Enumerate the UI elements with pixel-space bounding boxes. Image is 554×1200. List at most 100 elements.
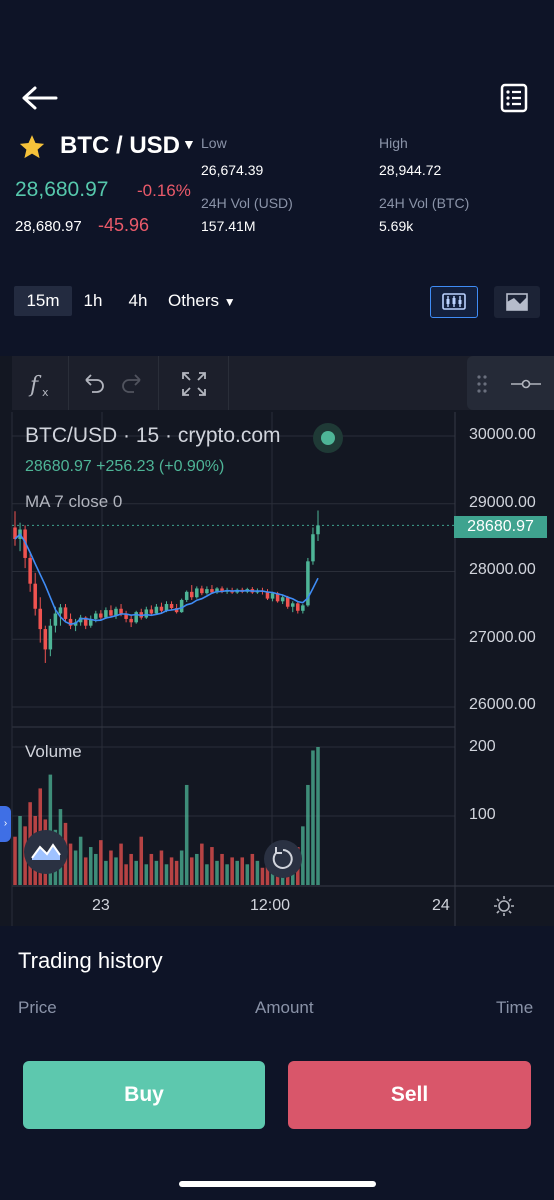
candle-body <box>195 588 199 598</box>
favorite-star-icon[interactable] <box>18 133 46 161</box>
candle-body <box>28 557 32 584</box>
chart-symbol-title: BTC/USD · 15 · crypto.com <box>25 424 281 447</box>
volume-bar <box>240 857 245 885</box>
volume-bar <box>235 860 239 885</box>
volume-bar <box>220 853 224 885</box>
candle-body <box>119 608 123 614</box>
volume-bar <box>245 864 250 885</box>
buy-button[interactable]: Buy <box>23 1061 265 1129</box>
candle-body <box>149 609 154 614</box>
back-arrow-icon[interactable] <box>18 80 62 116</box>
col-header-amount: Amount <box>255 998 314 1017</box>
volume-bar <box>316 747 320 885</box>
interval-15m[interactable]: 15m <box>14 286 72 316</box>
area-chart-icon <box>506 293 528 311</box>
candle-body <box>94 613 98 619</box>
volume-bar <box>94 853 98 885</box>
candle-body <box>48 625 53 650</box>
area-chart-button[interactable] <box>494 286 540 318</box>
volume-bar <box>225 864 229 885</box>
order-list-icon[interactable] <box>498 82 530 114</box>
candle-body <box>144 609 149 618</box>
volume-bar <box>18 816 22 885</box>
col-header-time: Time <box>496 998 534 1017</box>
pair-dropdown-caret-icon: ▼ <box>182 136 196 152</box>
interval-4h[interactable]: 4h <box>120 286 156 316</box>
interval-others-dropdown[interactable]: Others ▼ <box>168 286 250 316</box>
y-axis-tick: 28000.00 <box>469 561 536 578</box>
volume-bar <box>311 750 315 885</box>
volume-bar <box>164 864 169 885</box>
candle-body <box>33 583 37 609</box>
sell-button[interactable]: Sell <box>288 1061 531 1129</box>
candle-body <box>109 610 113 616</box>
current-price-tag: 28680.97 <box>454 516 547 538</box>
volume-bar <box>109 850 113 885</box>
candlestick-icon <box>442 293 466 310</box>
volume-pane-label: Volume <box>25 742 82 761</box>
vol-usd-label: 24H Vol (USD) <box>201 195 293 211</box>
candle-body <box>43 629 48 650</box>
volume-bar <box>88 847 93 885</box>
candle-body <box>154 606 159 614</box>
vol-btc-label: 24H Vol (BTC) <box>379 195 470 211</box>
market-status-dot <box>313 423 343 453</box>
candle-body <box>159 606 164 611</box>
side-panel-toggle[interactable]: › <box>0 806 11 842</box>
pair-selector[interactable]: BTC / USD ▼ <box>60 132 196 160</box>
candle-body <box>205 589 209 594</box>
candle-body <box>58 607 63 614</box>
candle-body <box>63 607 68 619</box>
candle-body <box>285 597 290 607</box>
volume-bar <box>144 864 149 885</box>
candle-body <box>53 613 58 626</box>
vol-usd-value: 157.41M <box>201 218 256 234</box>
pair-name: BTC / USD <box>60 132 180 159</box>
y-axis-tick: 26000.00 <box>469 696 536 713</box>
interval-others-label: Others <box>168 291 220 310</box>
change-absolute: -45.96 <box>98 215 150 235</box>
high-value: 28,944.72 <box>379 162 442 178</box>
candle-body <box>290 603 295 607</box>
chevron-down-icon: ▼ <box>223 295 236 309</box>
y-axis-tick: 27000.00 <box>469 629 536 646</box>
high-label: High <box>379 135 408 151</box>
low-value: 26,674.39 <box>201 162 264 178</box>
y-axis-tick: 29000.00 <box>469 494 536 511</box>
chart-provider-logo <box>24 830 68 874</box>
volume-bar <box>210 847 214 885</box>
candle-body <box>280 597 285 602</box>
interval-1h[interactable]: 1h <box>78 286 108 316</box>
y-axis-tick: 30000.00 <box>469 426 536 443</box>
volume-bar <box>195 853 199 885</box>
volume-bar <box>255 860 260 885</box>
volume-bar <box>83 857 88 885</box>
x-axis-tick: 24 <box>432 897 450 914</box>
volume-bar <box>139 836 144 885</box>
candle-body <box>169 604 174 609</box>
volume-bar <box>230 857 234 885</box>
volume-bar <box>78 836 83 885</box>
candle-body <box>301 605 305 611</box>
volume-bar <box>174 860 179 885</box>
volume-bar <box>184 784 189 885</box>
candle-body <box>99 613 103 618</box>
candle-body <box>270 593 275 599</box>
volume-bar <box>306 784 310 885</box>
volume-bar <box>250 853 255 885</box>
candle-body <box>316 525 320 535</box>
reset-chart-button[interactable] <box>264 840 302 878</box>
x-axis-tick: 12:00 <box>250 897 291 914</box>
ma-indicator-legend[interactable]: MA 7 close 0 <box>25 492 122 512</box>
candle-body <box>296 603 300 611</box>
vol-btc-value: 5.69k <box>379 218 414 234</box>
candlestick-chart-button[interactable] <box>430 286 478 318</box>
x-axis-tick: 23 <box>92 897 110 914</box>
col-header-price: Price <box>18 998 57 1017</box>
volume-bar <box>68 843 73 885</box>
chart-settings-gear-icon[interactable] <box>492 894 516 918</box>
candle-body <box>179 599 184 613</box>
candle-body <box>104 610 108 618</box>
volume-bar <box>189 857 194 885</box>
reset-icon <box>272 847 293 869</box>
